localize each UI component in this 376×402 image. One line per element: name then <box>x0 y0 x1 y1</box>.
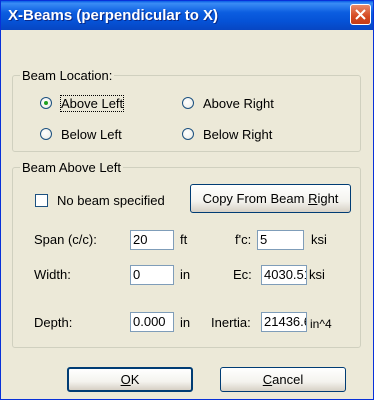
no-beam-label: No beam specified <box>57 193 165 208</box>
width-label: Width: <box>34 267 71 282</box>
dialog-window: X-Beams (perpendicular to X) Beam Locati… <box>0 0 374 400</box>
fc-label: f'c: <box>235 232 252 247</box>
radio-label: Above Left <box>59 94 125 112</box>
ec-label: Ec: <box>233 267 252 282</box>
cancel-button[interactable]: Cancel <box>220 367 346 392</box>
radio-label: Above Right <box>203 95 274 111</box>
inertia-input[interactable]: 21436.6 <box>261 312 307 332</box>
span-label: Span (c/c): <box>34 232 97 247</box>
depth-unit: in <box>180 315 191 330</box>
width-input[interactable]: 0 <box>130 265 174 285</box>
inertia-label: Inertia: <box>211 315 251 330</box>
radio-below-right[interactable]: Below Right <box>182 125 272 143</box>
copy-button-text: Copy From Beam Right <box>202 191 339 206</box>
fc-unit: ksi <box>311 232 327 247</box>
radio-dot-icon <box>182 128 194 140</box>
beam-properties-legend: Beam Above Left <box>22 160 122 175</box>
ok-button[interactable]: OK <box>67 367 193 392</box>
radio-above-right[interactable]: Above Right <box>182 94 274 112</box>
width-unit: in <box>180 267 191 282</box>
radio-dot-icon <box>40 128 52 140</box>
radio-above-left[interactable]: Above Left <box>40 94 125 112</box>
copy-from-beam-right-button[interactable]: Copy From Beam Right <box>190 184 351 213</box>
inertia-unit: in^4 <box>310 317 332 331</box>
no-beam-checkbox[interactable] <box>35 194 48 207</box>
span-unit: ft <box>180 232 188 247</box>
window-title: X-Beams (perpendicular to X) <box>8 7 219 24</box>
close-button[interactable] <box>350 4 371 25</box>
ec-input[interactable]: 4030.51 <box>261 265 307 285</box>
radio-label: Below Right <box>203 126 273 142</box>
depth-label: Depth: <box>34 315 73 330</box>
radio-below-left[interactable]: Below Left <box>40 125 122 143</box>
radio-label: Below Left <box>61 126 122 142</box>
radio-dot-icon <box>40 97 52 109</box>
title-bar[interactable]: X-Beams (perpendicular to X) <box>1 1 373 30</box>
span-input[interactable]: 20 <box>130 230 174 250</box>
fc-input[interactable]: 5 <box>257 230 304 250</box>
close-x-icon <box>355 9 366 20</box>
ec-unit: ksi <box>309 267 325 282</box>
cancel-button-text: Cancel <box>262 372 304 387</box>
ok-button-text: OK <box>120 372 140 387</box>
radio-dot-icon <box>182 97 194 109</box>
depth-input[interactable]: 0.000 <box>130 312 174 332</box>
beam-location-legend: Beam Location: <box>22 68 113 83</box>
